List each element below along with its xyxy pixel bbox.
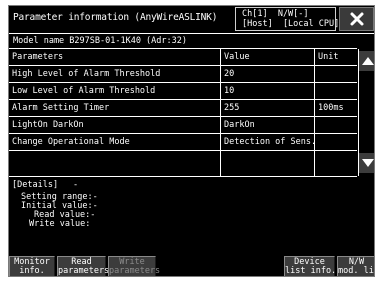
table-row[interactable]: LightOn DarkOn DarkOn [9,117,357,134]
write-parameters-button[interactable]: Write parameters [108,256,160,276]
table-header-row: Parameters Value Unit [9,49,357,66]
parameter-name [9,151,220,177]
model-name: Model name B297SB-01-1K40 (Adr:32) [9,33,374,48]
close-button[interactable] [339,7,374,31]
parameter-value[interactable]: 10 [220,83,314,99]
table-row[interactable] [9,151,357,177]
channel-info-box: Ch[1] N/W[-] [Host] [Local CPU] [235,7,340,31]
parameter-name: Low Level of Alarm Threshold [12,86,156,96]
read-parameters-label-2: parameters [58,266,110,276]
parameter-name: Change Operational Mode [12,137,130,147]
table-row[interactable]: Alarm Setting Timer 255 100ms [9,100,357,117]
header-parameters: Parameters [12,52,64,62]
parameter-name: LightOn DarkOn [12,120,84,130]
details-panel: [Details] - Setting range:- Initial valu… [9,177,374,256]
channel-info-line1: Ch[1] N/W[-] [242,9,309,19]
scroll-up-button[interactable] [359,51,374,71]
details-header: [Details] [12,180,59,190]
table-row[interactable]: Change Operational Mode Detection of Sen… [9,134,357,151]
window-title: Parameter information (AnyWireASLINK) [13,12,218,23]
write-value: Write value: [29,219,91,229]
parameter-table: Parameters Value Unit High Level of Alar… [9,48,357,177]
monitor-info-button[interactable]: Monitor info. [9,256,55,276]
parameter-name: Alarm Setting Timer [12,103,110,113]
header-value: Value [220,49,314,65]
header-unit: Unit [314,49,357,65]
parameter-value[interactable]: Detection of Sens.. [220,134,314,150]
table-row[interactable]: Low Level of Alarm Threshold 10 [9,83,357,100]
close-icon [350,12,363,26]
title-bar: Parameter information (AnyWireASLINK) Ch… [9,6,374,33]
table-row[interactable]: High Level of Alarm Threshold 20 [9,66,357,83]
write-parameters-label-2: parameters [109,266,161,276]
channel-info-line2: [Host] [Local CPU] [242,19,340,29]
parameter-unit [314,83,357,99]
nw-mod-list-label-2: mod. list [338,266,374,276]
device-list-info-label-2: list info. [285,266,337,276]
device-list-info-button[interactable]: Device list info. [284,256,337,276]
parameter-unit [314,66,357,82]
function-button-bar: Monitor info. Read parameters Write para… [9,256,374,276]
parameter-unit: 100ms [314,100,357,116]
read-parameters-button[interactable]: Read parameters [57,256,110,276]
triangle-down-icon [361,159,374,167]
parameter-value[interactable] [220,151,314,177]
details-dash: - [73,180,79,190]
nw-mod-list-button[interactable]: N/W mod. list [337,256,374,276]
scroll-down-button[interactable] [359,153,374,173]
parameter-name: High Level of Alarm Threshold [12,69,161,79]
parameter-value[interactable]: DarkOn [220,117,314,133]
parameter-value[interactable]: 255 [220,100,314,116]
parameter-unit [314,151,357,177]
table-scrollbar[interactable] [358,49,374,176]
parameter-value[interactable]: 20 [220,66,314,82]
triangle-up-icon [361,57,374,65]
monitor-info-label-2: info. [19,266,45,276]
parameter-unit [314,117,357,133]
parameter-information-window: Parameter information (AnyWireASLINK) Ch… [8,5,375,277]
parameter-unit [314,134,357,150]
